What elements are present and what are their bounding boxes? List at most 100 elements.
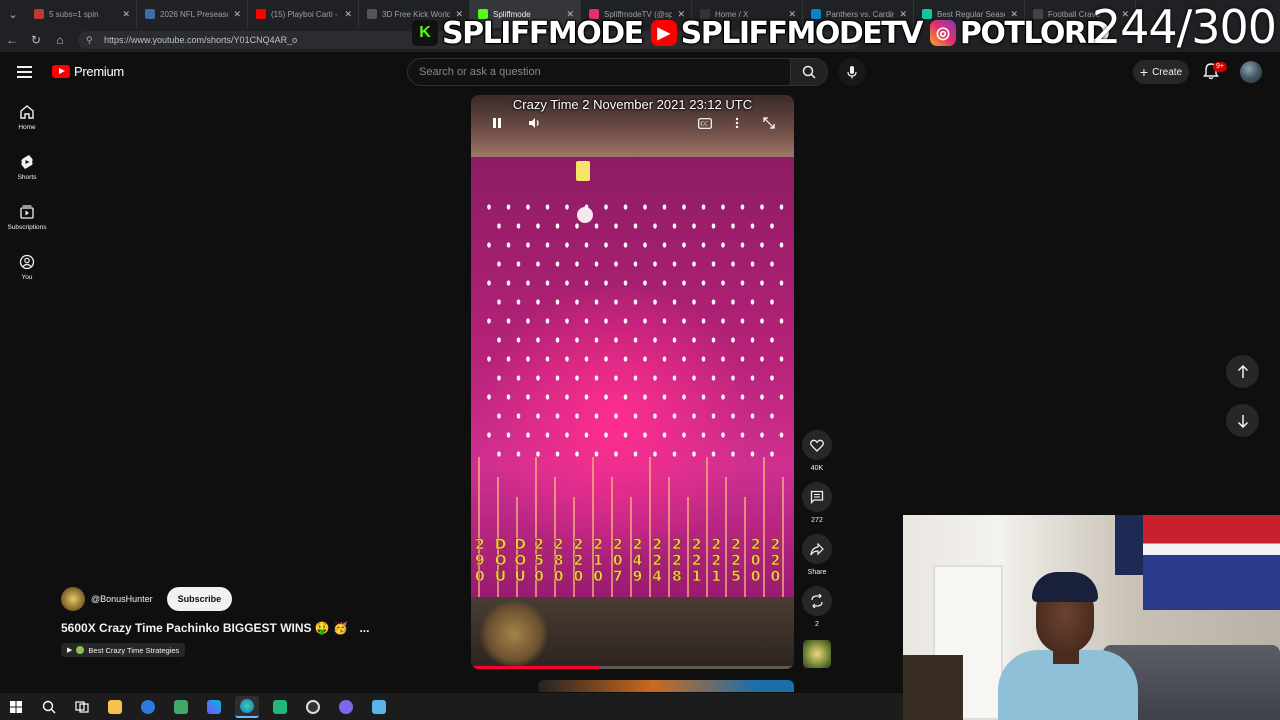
- tab-close-icon[interactable]: ✕: [122, 9, 130, 20]
- like-button[interactable]: [802, 430, 832, 460]
- fullscreen-button[interactable]: [760, 114, 778, 132]
- app-button-7[interactable]: [367, 696, 391, 718]
- pachinko-peg: [682, 242, 686, 248]
- slot-label: U: [495, 569, 506, 585]
- guide-item-you[interactable]: You: [0, 246, 54, 296]
- pachinko-peg: [672, 375, 677, 381]
- channel-avatar[interactable]: [61, 587, 85, 611]
- search-button[interactable]: [790, 58, 828, 86]
- guide-item-subscriptions[interactable]: Subscriptions: [0, 196, 54, 246]
- pachinko-peg: [623, 318, 628, 324]
- short-video-player[interactable]: 2DD22222222222229OO58210422222020UU00007…: [471, 95, 794, 669]
- pause-button[interactable]: [488, 114, 506, 132]
- pachinko-peg: [604, 318, 608, 324]
- pachinko-peg: [506, 204, 511, 210]
- pachinko-peg: [594, 261, 599, 267]
- comments-button[interactable]: [802, 482, 832, 512]
- account-avatar[interactable]: [1240, 61, 1262, 83]
- app-button-6[interactable]: [334, 696, 358, 718]
- next-short-preview[interactable]: [538, 680, 794, 692]
- volume-button[interactable]: [526, 114, 544, 132]
- guide-item-shorts[interactable]: Shorts: [0, 146, 54, 196]
- reload-icon[interactable]: ↻: [24, 28, 48, 52]
- pachinko-peg: [672, 299, 677, 305]
- like-action: 40K: [802, 430, 832, 482]
- webcam-flag: [1143, 515, 1280, 610]
- pachinko-peg: [555, 413, 560, 419]
- pachinko-peg: [545, 356, 550, 362]
- video-progress-bar[interactable]: [471, 666, 794, 669]
- tab-favicon-icon: [145, 9, 155, 19]
- pachinko-peg: [721, 432, 725, 438]
- tab-close-icon[interactable]: ✕: [344, 9, 352, 20]
- app-button-5[interactable]: [301, 696, 325, 718]
- slot-label: 2: [672, 553, 682, 569]
- guide-item-home[interactable]: Home: [0, 96, 54, 146]
- pachinko-peg: [633, 299, 638, 305]
- pachinko-peg: [779, 318, 784, 324]
- pachinko-peg: [692, 375, 696, 381]
- voice-search-button[interactable]: [838, 58, 866, 86]
- more-options-button[interactable]: [728, 114, 746, 132]
- pachinko-peg: [779, 356, 784, 362]
- browser-tab[interactable]: 5 subs=1 spin ✕: [26, 0, 137, 28]
- guide-label-subscriptions: Subscriptions: [7, 224, 47, 231]
- pachinko-peg: [643, 356, 647, 362]
- short-title[interactable]: 5600X Crazy Time Pachinko BIGGEST WINS 🤑…: [61, 621, 369, 635]
- channel-handle[interactable]: @BonusHunter: [91, 594, 153, 604]
- pachinko-peg: [545, 204, 550, 210]
- shorts-icon: [21, 155, 33, 169]
- start-button[interactable]: [4, 696, 28, 718]
- pachinko-peg: [487, 242, 491, 248]
- pachinko-peg: [526, 394, 530, 400]
- next-short-button[interactable]: [1226, 404, 1259, 437]
- search-input[interactable]: Search or ask a question: [407, 58, 795, 86]
- app-button-4[interactable]: [268, 696, 292, 718]
- tab-search-icon[interactable]: ⌄: [0, 0, 26, 28]
- pachinko-peg: [653, 413, 657, 419]
- pachinko-peg: [701, 318, 706, 324]
- file-explorer-button[interactable]: [103, 696, 127, 718]
- tab-title: (15) Playboi Carti - I: [271, 9, 340, 19]
- task-view-icon: [75, 700, 89, 713]
- kick-name: SPLIFFMODE: [441, 15, 645, 52]
- pachinko-peg: [555, 261, 560, 267]
- taskbar-search[interactable]: [37, 696, 61, 718]
- arrow-down-icon: [1237, 414, 1248, 428]
- create-button[interactable]: + Create: [1133, 60, 1189, 84]
- remix-button[interactable]: [802, 586, 832, 616]
- edge-browser-button[interactable]: [235, 695, 259, 718]
- app-button-3[interactable]: [202, 696, 226, 718]
- play-icon: ▶: [67, 647, 73, 654]
- menu-icon[interactable]: [17, 62, 37, 82]
- app-button-1[interactable]: [136, 696, 160, 718]
- subscribe-button[interactable]: Subscribe: [166, 587, 233, 611]
- slot-label: 0: [534, 569, 544, 585]
- captions-button[interactable]: CC: [696, 114, 714, 132]
- site-info-icon[interactable]: ⚲: [86, 35, 98, 46]
- home-browser-icon[interactable]: ⌂: [48, 28, 72, 52]
- pachinko-peg: [526, 318, 530, 324]
- arrow-up-icon: [1237, 364, 1248, 378]
- pachinko-peg: [545, 432, 550, 438]
- pachinko-peg: [701, 394, 706, 400]
- sound-thumbnail[interactable]: [803, 640, 831, 668]
- pachinko-peg: [779, 394, 784, 400]
- slot-label: 2: [711, 553, 721, 569]
- app-button-2[interactable]: [169, 696, 193, 718]
- pachinko-peg: [497, 223, 501, 229]
- browser-tab[interactable]: 2026 NFL Preseason ✕: [137, 0, 248, 28]
- more-link[interactable]: ...: [359, 621, 369, 635]
- share-button[interactable]: [802, 534, 832, 564]
- tab-close-icon[interactable]: ✕: [233, 9, 241, 20]
- playlist-chip[interactable]: ▶ Best Crazy Time Strategies: [61, 643, 186, 657]
- back-icon[interactable]: ←: [0, 28, 24, 52]
- webcam-streamer: [998, 570, 1138, 720]
- youtube-premium-logo[interactable]: Premium: [52, 64, 124, 79]
- logo-text: Premium: [74, 64, 124, 79]
- task-view-button[interactable]: [70, 696, 94, 718]
- browser-tab[interactable]: (15) Playboi Carti - I ✕: [248, 0, 359, 28]
- pachinko-peg: [643, 204, 647, 210]
- pachinko-peg: [604, 432, 608, 438]
- previous-short-button[interactable]: [1226, 355, 1259, 388]
